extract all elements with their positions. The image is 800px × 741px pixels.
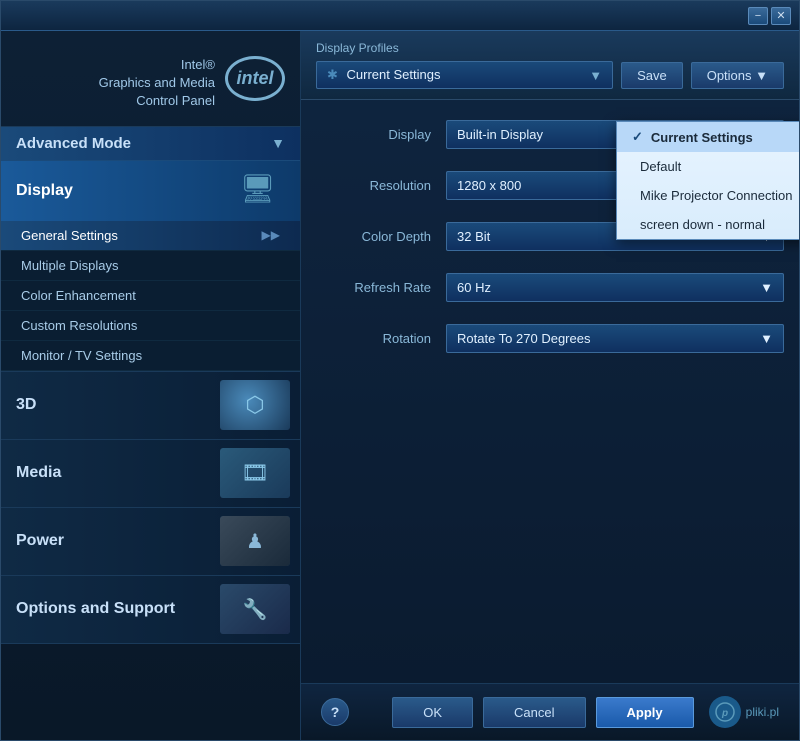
options-section-title: Options and Support bbox=[16, 600, 175, 618]
brand-icon: p bbox=[709, 696, 741, 728]
nav-item-multiple-displays[interactable]: Multiple Displays bbox=[1, 251, 300, 281]
power-thumb: ♟ bbox=[220, 516, 290, 566]
nav-section-3d[interactable]: 3D ⬡ bbox=[1, 372, 300, 440]
profiles-controls: ✱ Current Settings ▼ Save Options ▼ bbox=[316, 61, 784, 89]
cancel-button[interactable]: Cancel bbox=[483, 697, 585, 728]
refresh-rate-label: Refresh Rate bbox=[316, 280, 446, 295]
mode-selector[interactable]: Advanced Mode ▼ bbox=[1, 127, 300, 161]
profile-dropdown[interactable]: ✱ Current Settings ▼ bbox=[316, 61, 613, 89]
refresh-rate-dropdown[interactable]: 60 Hz ▼ bbox=[446, 273, 784, 302]
apply-button[interactable]: Apply bbox=[596, 697, 694, 728]
options-thumb: 🔧 bbox=[220, 584, 290, 634]
main-content: Display Profiles ✱ Current Settings ▼ Sa… bbox=[301, 31, 799, 740]
app-title: Intel® Graphics and Media Control Panel bbox=[99, 56, 215, 111]
resolution-label: Resolution bbox=[316, 178, 446, 193]
ok-button[interactable]: OK bbox=[392, 697, 473, 728]
svg-text:p: p bbox=[721, 708, 728, 719]
3d-section-title: 3D bbox=[16, 396, 36, 414]
mode-arrow-icon: ▼ bbox=[271, 135, 285, 151]
bottom-bar: ? OK Cancel Apply p pliki.pl bbox=[301, 683, 799, 740]
display-section-title: Display bbox=[16, 182, 73, 200]
profiles-bar: Display Profiles ✱ Current Settings ▼ Sa… bbox=[301, 31, 799, 100]
nav-section-display: Display 🖥 General Settings ▶▶ Multiple D… bbox=[1, 161, 300, 372]
dropdown-item-screen-down[interactable]: screen down - normal bbox=[617, 210, 799, 239]
display-icon: 🖥 bbox=[240, 172, 276, 205]
options-icon: 🔧 bbox=[220, 584, 290, 634]
setting-row-refresh-rate: Refresh Rate 60 Hz ▼ bbox=[316, 268, 784, 307]
close-button[interactable]: ✕ bbox=[771, 7, 791, 25]
color-depth-label: Color Depth bbox=[316, 229, 446, 244]
nav-item-general-settings[interactable]: General Settings ▶▶ bbox=[1, 221, 300, 251]
minimize-button[interactable]: − bbox=[748, 7, 768, 25]
dropdown-item-current[interactable]: ✓ Current Settings bbox=[617, 122, 799, 152]
brand-text: pliki.pl bbox=[746, 705, 779, 719]
media-section-title: Media bbox=[16, 464, 61, 482]
3d-icon: ⬡ bbox=[220, 380, 290, 430]
display-section-header[interactable]: Display 🖥 bbox=[1, 161, 300, 221]
intel-logo: intel bbox=[225, 56, 285, 101]
power-icon: ♟ bbox=[220, 516, 290, 566]
brand-logo: p pliki.pl bbox=[709, 696, 779, 728]
display-label: Display bbox=[316, 127, 446, 142]
display-sub-items: General Settings ▶▶ Multiple Displays Co… bbox=[1, 221, 300, 371]
power-section-title: Power bbox=[16, 532, 64, 550]
dropdown-arrow-icon: ▼ bbox=[760, 280, 773, 295]
sidebar-header: Intel® Graphics and Media Control Panel … bbox=[1, 31, 300, 127]
main-window: − ✕ Intel® Graphics and Media Control Pa… bbox=[0, 0, 800, 741]
nav-section-power[interactable]: Power ♟ bbox=[1, 508, 300, 576]
help-button[interactable]: ? bbox=[321, 698, 349, 726]
setting-row-rotation: Rotation Rotate To 270 Degrees ▼ bbox=[316, 319, 784, 358]
options-button[interactable]: Options ▼ bbox=[691, 62, 784, 89]
profile-star: ✱ Current Settings bbox=[327, 67, 440, 83]
arrow-icon: ▶▶ bbox=[262, 228, 280, 242]
content-area: Intel® Graphics and Media Control Panel … bbox=[1, 31, 799, 740]
nav-section-media[interactable]: Media 🎞 bbox=[1, 440, 300, 508]
save-button[interactable]: Save bbox=[621, 62, 683, 89]
rotation-dropdown[interactable]: Rotate To 270 Degrees ▼ bbox=[446, 324, 784, 353]
nav-item-custom-resolutions[interactable]: Custom Resolutions bbox=[1, 311, 300, 341]
dropdown-arrow-icon: ▼ bbox=[760, 331, 773, 346]
nav-section-options[interactable]: Options and Support 🔧 bbox=[1, 576, 300, 644]
nav-item-monitor-tv[interactable]: Monitor / TV Settings bbox=[1, 341, 300, 371]
dropdown-item-mike[interactable]: Mike Projector Connection bbox=[617, 181, 799, 210]
3d-thumb: ⬡ bbox=[220, 380, 290, 430]
mode-label: Advanced Mode bbox=[16, 135, 131, 152]
profiles-label: Display Profiles bbox=[316, 41, 784, 55]
rotation-label: Rotation bbox=[316, 331, 446, 346]
check-icon: ✓ bbox=[632, 129, 643, 145]
sidebar: Intel® Graphics and Media Control Panel … bbox=[1, 31, 301, 740]
media-icon: 🎞 bbox=[220, 448, 290, 498]
media-thumb: 🎞 bbox=[220, 448, 290, 498]
dropdown-arrow-icon: ▼ bbox=[589, 68, 602, 83]
dropdown-item-default[interactable]: Default bbox=[617, 152, 799, 181]
profile-dropdown-menu: ✓ Current Settings Default Mike Projecto… bbox=[616, 121, 799, 240]
nav-item-color-enhancement[interactable]: Color Enhancement bbox=[1, 281, 300, 311]
title-bar: − ✕ bbox=[1, 1, 799, 31]
